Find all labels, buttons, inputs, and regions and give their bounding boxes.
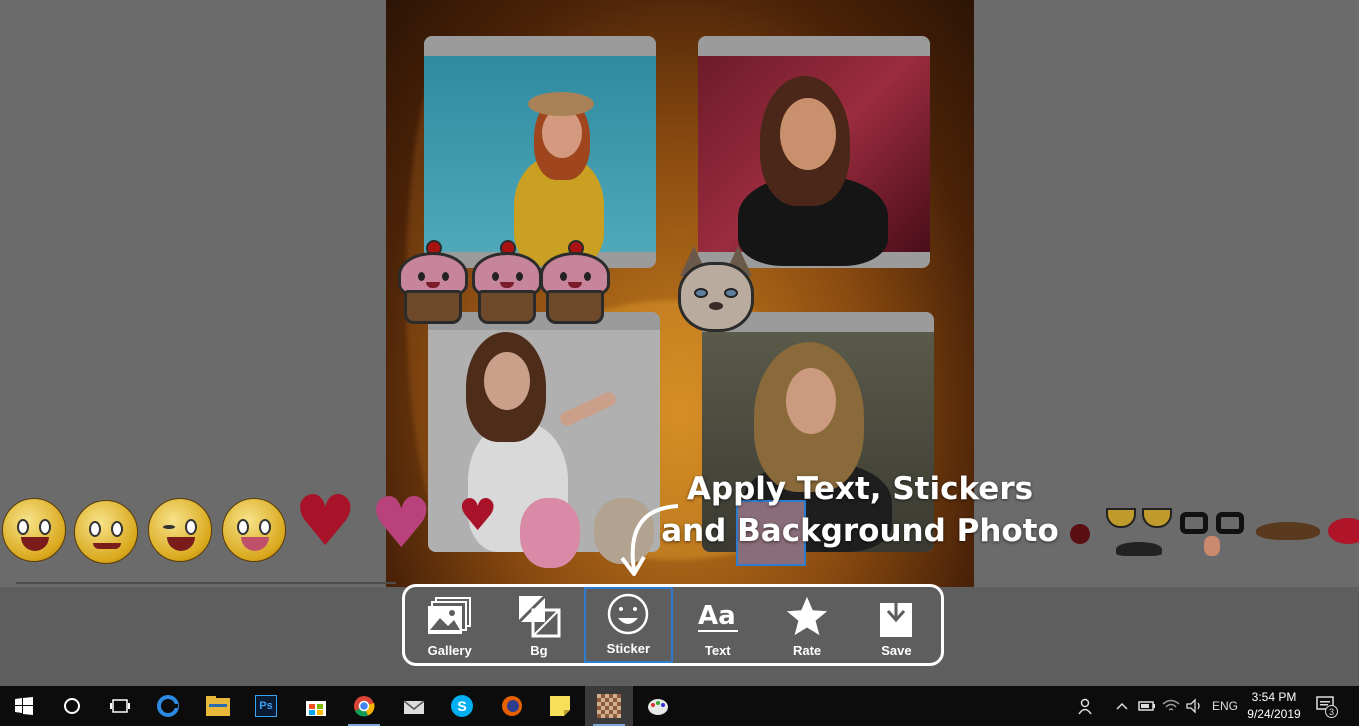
chrome-icon: [354, 696, 375, 717]
gallery-icon: [427, 593, 472, 639]
main-toolbar: Gallery Bg Sticker Aa Text Rate Save: [402, 584, 944, 666]
text-button[interactable]: Aa Text: [673, 587, 762, 663]
clock-date: 9/24/2019: [1247, 707, 1301, 721]
text-label: Text: [704, 643, 731, 658]
network-button[interactable]: [1162, 686, 1180, 726]
cupcake-sticker-1[interactable]: [394, 238, 472, 328]
edge-icon: [157, 695, 179, 717]
store-taskbar-button[interactable]: [292, 686, 340, 726]
battery-icon: [1138, 701, 1155, 711]
chevron-up-icon: [1116, 702, 1128, 710]
cortana-icon: [64, 698, 80, 714]
collage-app-icon: [597, 694, 621, 718]
cortana-button[interactable]: [48, 686, 96, 726]
cupcake-sticker-3[interactable]: [536, 238, 614, 328]
sticky-notes-taskbar-button[interactable]: [536, 686, 584, 726]
people-icon: [1078, 698, 1092, 715]
task-view-button[interactable]: [96, 686, 144, 726]
cupcake-sticker-2[interactable]: [468, 238, 546, 328]
sparkle-heart-sticker[interactable]: ♥: [370, 488, 433, 558]
thumbs-up-emoji-sticker[interactable]: [148, 498, 212, 562]
file-explorer-icon: [206, 696, 230, 716]
paint-icon: [648, 699, 668, 715]
promo-caption: Apply Text, Stickers and Background Phot…: [650, 468, 1070, 552]
store-icon: [306, 701, 326, 716]
notification-count: 3: [1325, 705, 1338, 718]
sticker-icon: [606, 591, 650, 637]
sticky-notes-icon: [550, 696, 570, 716]
photoshop-taskbar-button[interactable]: Ps: [242, 686, 290, 726]
collage-app-taskbar-button[interactable]: [585, 686, 633, 726]
firefox-taskbar-button[interactable]: [488, 686, 536, 726]
edge-taskbar-button[interactable]: [144, 686, 192, 726]
language-indicator[interactable]: ENG: [1212, 686, 1238, 726]
chrome-taskbar-button[interactable]: [340, 686, 388, 726]
sticker-label: Sticker: [606, 641, 651, 656]
save-button[interactable]: Save: [852, 587, 941, 663]
clock[interactable]: 3:54 PM 9/24/2019: [1240, 689, 1308, 723]
rate-label: Rate: [792, 643, 822, 658]
nerd-glasses-sticker[interactable]: [1178, 502, 1248, 562]
gallery-button[interactable]: Gallery: [405, 587, 494, 663]
clock-time: 3:54 PM: [1251, 690, 1297, 704]
photoshop-icon: Ps: [255, 695, 277, 717]
photo-frame-2[interactable]: [698, 36, 930, 268]
laughing-emoji-sticker[interactable]: [2, 498, 66, 562]
lips-sticker[interactable]: [1328, 518, 1359, 544]
grumpy-cat-sticker[interactable]: [672, 244, 760, 336]
file-explorer-taskbar-button[interactable]: [194, 686, 242, 726]
owl-sticker[interactable]: [520, 498, 580, 568]
start-icon: [15, 697, 33, 715]
bg-label: Bg: [530, 643, 548, 658]
sticker-button[interactable]: Sticker: [583, 587, 674, 663]
pointer-arrow-icon: [620, 504, 679, 576]
save-label: Save: [881, 643, 912, 658]
paint-taskbar-button[interactable]: [634, 686, 682, 726]
gallery-label: Gallery: [427, 643, 472, 658]
red-dot-sticker[interactable]: [1070, 524, 1090, 544]
strip-divider: [16, 582, 396, 584]
mustache-sticker[interactable]: [1256, 522, 1320, 540]
notification-icon: 3: [1316, 696, 1338, 718]
promo-caption-line-2: and Background Photo: [661, 513, 1059, 549]
windows-taskbar: Ps S ENG 3:54 PM 9/24/2019 3: [0, 686, 1359, 726]
people-button[interactable]: [1078, 686, 1096, 726]
sunglasses-mustache-sticker[interactable]: [1106, 508, 1172, 562]
red-heart-sticker[interactable]: ♥: [294, 486, 357, 556]
mail-icon: [403, 700, 425, 714]
star-icon: [785, 593, 829, 639]
wifi-icon: [1162, 699, 1180, 711]
tongue-emoji-sticker[interactable]: [222, 498, 286, 562]
show-hidden-icons-button[interactable]: [1116, 686, 1128, 726]
task-view-icon: [110, 699, 130, 713]
rate-button[interactable]: Rate: [762, 587, 851, 663]
text-icon: Aa: [696, 593, 740, 639]
bg-button[interactable]: Bg: [494, 587, 583, 663]
action-center-button[interactable]: 3: [1316, 686, 1338, 726]
photo-frame-1[interactable]: [424, 36, 656, 268]
volume-button[interactable]: [1186, 686, 1204, 726]
save-icon: [874, 593, 918, 639]
battery-button[interactable]: [1138, 686, 1156, 726]
start-button[interactable]: [0, 686, 48, 726]
heart-eyes-emoji-sticker[interactable]: [74, 500, 138, 564]
language-label: ENG: [1212, 699, 1239, 713]
mail-taskbar-button[interactable]: [390, 686, 438, 726]
firefox-icon: [502, 696, 522, 716]
background-icon: [517, 593, 561, 639]
skype-taskbar-button[interactable]: S: [438, 686, 486, 726]
skype-icon: S: [451, 695, 473, 717]
svg-text:Aa: Aa: [698, 601, 736, 631]
hearts-cluster-sticker[interactable]: ♥: [458, 494, 497, 538]
volume-icon: [1186, 698, 1200, 714]
promo-caption-line-1: Apply Text, Stickers: [686, 471, 1034, 507]
